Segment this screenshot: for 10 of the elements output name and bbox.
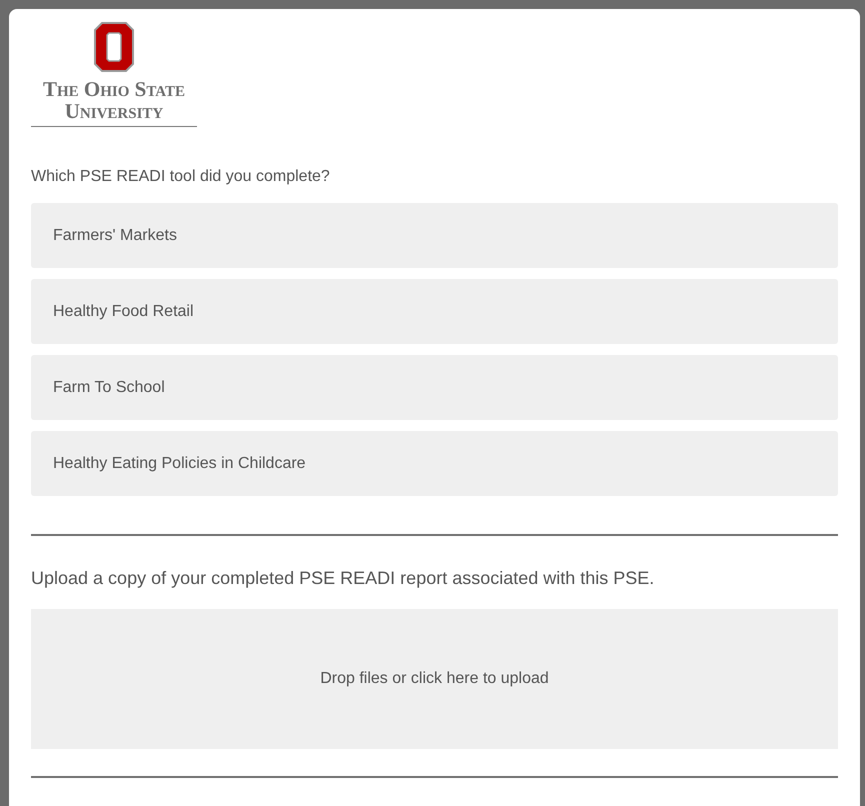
choice-option[interactable]: Farm To School xyxy=(31,355,838,420)
question-label: Upload a copy of your completed PSE READI report associated with this PSE. xyxy=(31,567,656,590)
choice-option[interactable]: Farmers' Markets xyxy=(31,203,838,268)
logo-text: The Ohio State xyxy=(43,78,185,100)
choice-option[interactable]: Healthy Eating Policies in Childcare xyxy=(31,431,838,496)
question-label: Which PSE READI tool did you complete? xyxy=(31,167,331,187)
choice-option[interactable]: Healthy Food Retail xyxy=(31,279,838,344)
block-o-icon xyxy=(94,22,134,72)
logo-text: University xyxy=(64,100,164,122)
file-dropzone[interactable]: Drop files or click here to upload xyxy=(31,609,838,749)
